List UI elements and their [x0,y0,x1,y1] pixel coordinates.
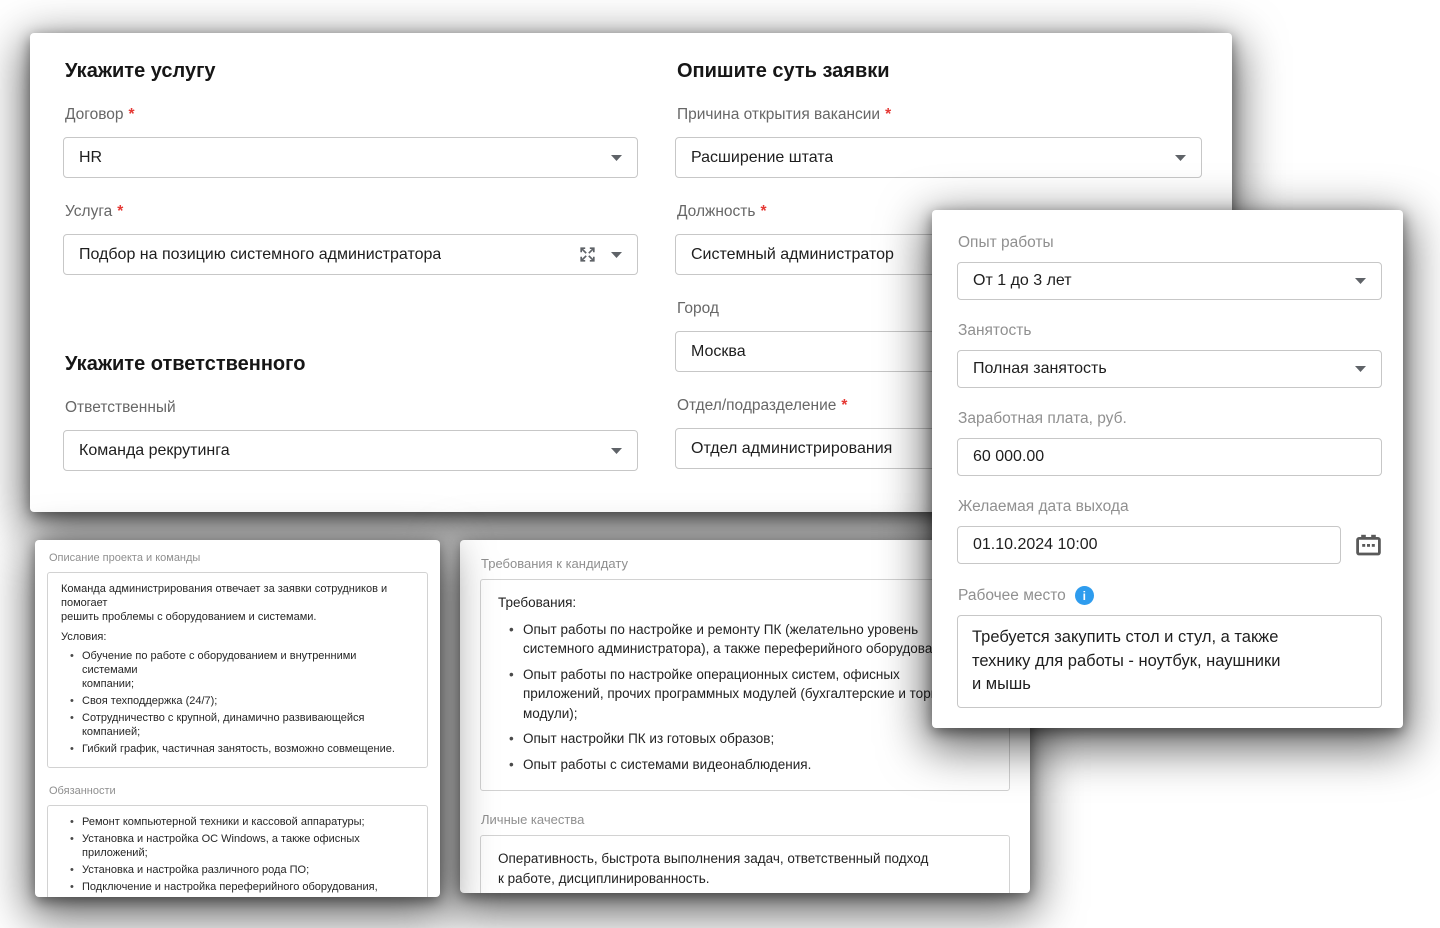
field-experience: Опыт работы От 1 до 3 лет [957,234,1382,300]
required-mark: * [760,203,767,220]
label-text: Договор [65,106,124,123]
required-mark: * [841,397,848,414]
start-date-label: Желаемая дата выхода [958,498,1382,516]
chevron-down-icon [611,447,622,454]
requirements-intro: Требования: [498,595,577,610]
workplace-textarea[interactable]: Требуется закупить стол и стул, а также … [957,615,1382,708]
section-title-request: Опишите суть заявки [677,60,890,82]
employment-select[interactable]: Полная занятость [957,350,1382,388]
personal-qualities-label: Личные качества [481,812,585,827]
required-mark: * [117,203,124,220]
contract-value: HR [79,148,103,166]
workplace-label: Рабочее место i [958,586,1382,605]
label-text: Город [677,300,719,317]
field-start-date: Желаемая дата выхода 01.10.2024 10:00 [957,498,1382,564]
label-text: Рабочее место [958,586,1066,604]
panel-project-description: Описание проекта и команды Команда админ… [35,540,440,897]
list-item: Обучение по работе с оборудованием и вну… [70,649,415,691]
panel-vacancy-details: Опыт работы От 1 до 3 лет Занятость Полн… [932,210,1403,728]
position-value: Системный администратор [691,245,894,263]
chevron-down-icon [1355,366,1366,372]
project-description-field[interactable]: Команда администрирования отвечает за за… [47,572,428,768]
label-text: Опыт работы [958,234,1054,251]
contract-label: Договор * [65,106,638,124]
conditions-title: Условия: [61,631,107,643]
contract-select[interactable]: HR [63,137,638,178]
chevron-down-icon [1355,278,1366,284]
service-select[interactable]: Подбор на позицию системного администрат… [63,234,638,275]
salary-label: Заработная плата, руб. [958,410,1382,428]
salary-value: 60 000.00 [973,448,1045,465]
field-salary: Заработная плата, руб. 60 000.00 [957,410,1382,476]
label-text: Ответственный [65,399,176,416]
start-date-input[interactable]: 01.10.2024 10:00 [957,526,1341,564]
list-item: Своя техподдержка (24/7); [70,694,415,708]
experience-select[interactable]: От 1 до 3 лет [957,262,1382,300]
department-value: Отдел администрирования [691,439,893,457]
info-icon[interactable]: i [1074,586,1094,605]
duties-label: Обязанности [49,785,116,797]
experience-value: От 1 до 3 лет [973,272,1072,289]
reason-value: Расширение штата [691,148,834,166]
label-text: Заработная плата, руб. [958,410,1127,427]
start-date-value: 01.10.2024 10:00 [973,536,1098,553]
personal-qualities-text: Оперативность, быстрота выполнения задач… [498,851,929,886]
chevron-down-icon [611,154,622,161]
chevron-down-icon [611,251,622,258]
field-employment: Занятость Полная занятость [957,322,1382,388]
duties-field[interactable]: Ремонт компьютерной техники и кассовой а… [47,805,428,897]
start-date-row: 01.10.2024 10:00 [957,526,1382,564]
column-service: Укажите услугу Договор * HR Услуга * Подбо… [63,60,638,512]
reason-label: Причина открытия вакансии * [677,106,1202,124]
service-value: Подбор на позицию системного администрат… [79,245,442,263]
city-value: Москва [691,342,746,360]
project-intro: Команда администрирования отвечает за за… [61,583,388,623]
list-item: Установка и настройка различного рода ПО… [70,863,415,877]
label-text: Желаемая дата выхода [958,498,1129,515]
label-text: Причина открытия вакансии [677,106,881,123]
label-text: Должность [677,203,756,220]
responsible-select[interactable]: Команда рекрутинга [63,430,638,471]
label-text: Занятость [958,322,1032,339]
chevron-down-icon [1175,154,1186,161]
requirements-field[interactable]: Требования: Опыт работы по настройке и р… [480,579,1010,791]
list-item: Подключение и настройка переферийного об… [70,880,415,897]
expand-icon[interactable] [579,246,596,263]
label-text: Услуга [65,203,113,220]
field-contract: Договор * HR [63,106,638,178]
list-item: Ремонт компьютерной техники и кассовой а… [70,815,415,829]
list-item: Опыт работы по настройке операционных си… [509,665,993,724]
salary-input[interactable]: 60 000.00 [957,438,1382,476]
section-title-service: Укажите услугу [65,60,216,82]
calendar-icon[interactable] [1355,533,1382,558]
section-title-responsible: Укажите ответственного [65,353,306,375]
project-description-label: Описание проекта и команды [49,552,201,564]
label-text: Отдел/подразделение [677,397,837,414]
field-service: Услуга * Подбор на позицию системного адм… [63,203,638,275]
field-workplace: Рабочее место i Требуется закупить стол … [957,586,1382,708]
list-item: Установка и настройка ОС Windows, а такж… [70,832,415,860]
field-reason: Причина открытия вакансии * Расширение шт… [675,106,1202,178]
list-item: Опыт работы с системами видеонаблюдения. [509,755,993,775]
list-item: Опыт настройки ПК из готовых образов; [509,729,993,749]
required-mark: * [885,106,892,123]
reason-select[interactable]: Расширение штата [675,137,1202,178]
list-item: Сотрудничество с крупной, динамично разв… [70,711,415,739]
employment-value: Полная занятость [973,360,1107,377]
field-responsible: Ответственный Команда рекрутинга [63,399,638,471]
responsible-value: Команда рекрутинга [79,441,230,459]
service-label: Услуга * [65,203,638,221]
requirements-label: Требования к кандидату [481,556,628,571]
required-mark: * [128,106,135,123]
list-item: Опыт работы по настройке и ремонту ПК (ж… [509,620,993,659]
list-item: Гибкий график, частичная занятость, возм… [70,742,415,756]
employment-label: Занятость [958,322,1382,340]
responsible-label: Ответственный [65,399,638,417]
personal-qualities-field[interactable]: Оперативность, быстрота выполнения задач… [480,835,1010,893]
experience-label: Опыт работы [958,234,1382,252]
